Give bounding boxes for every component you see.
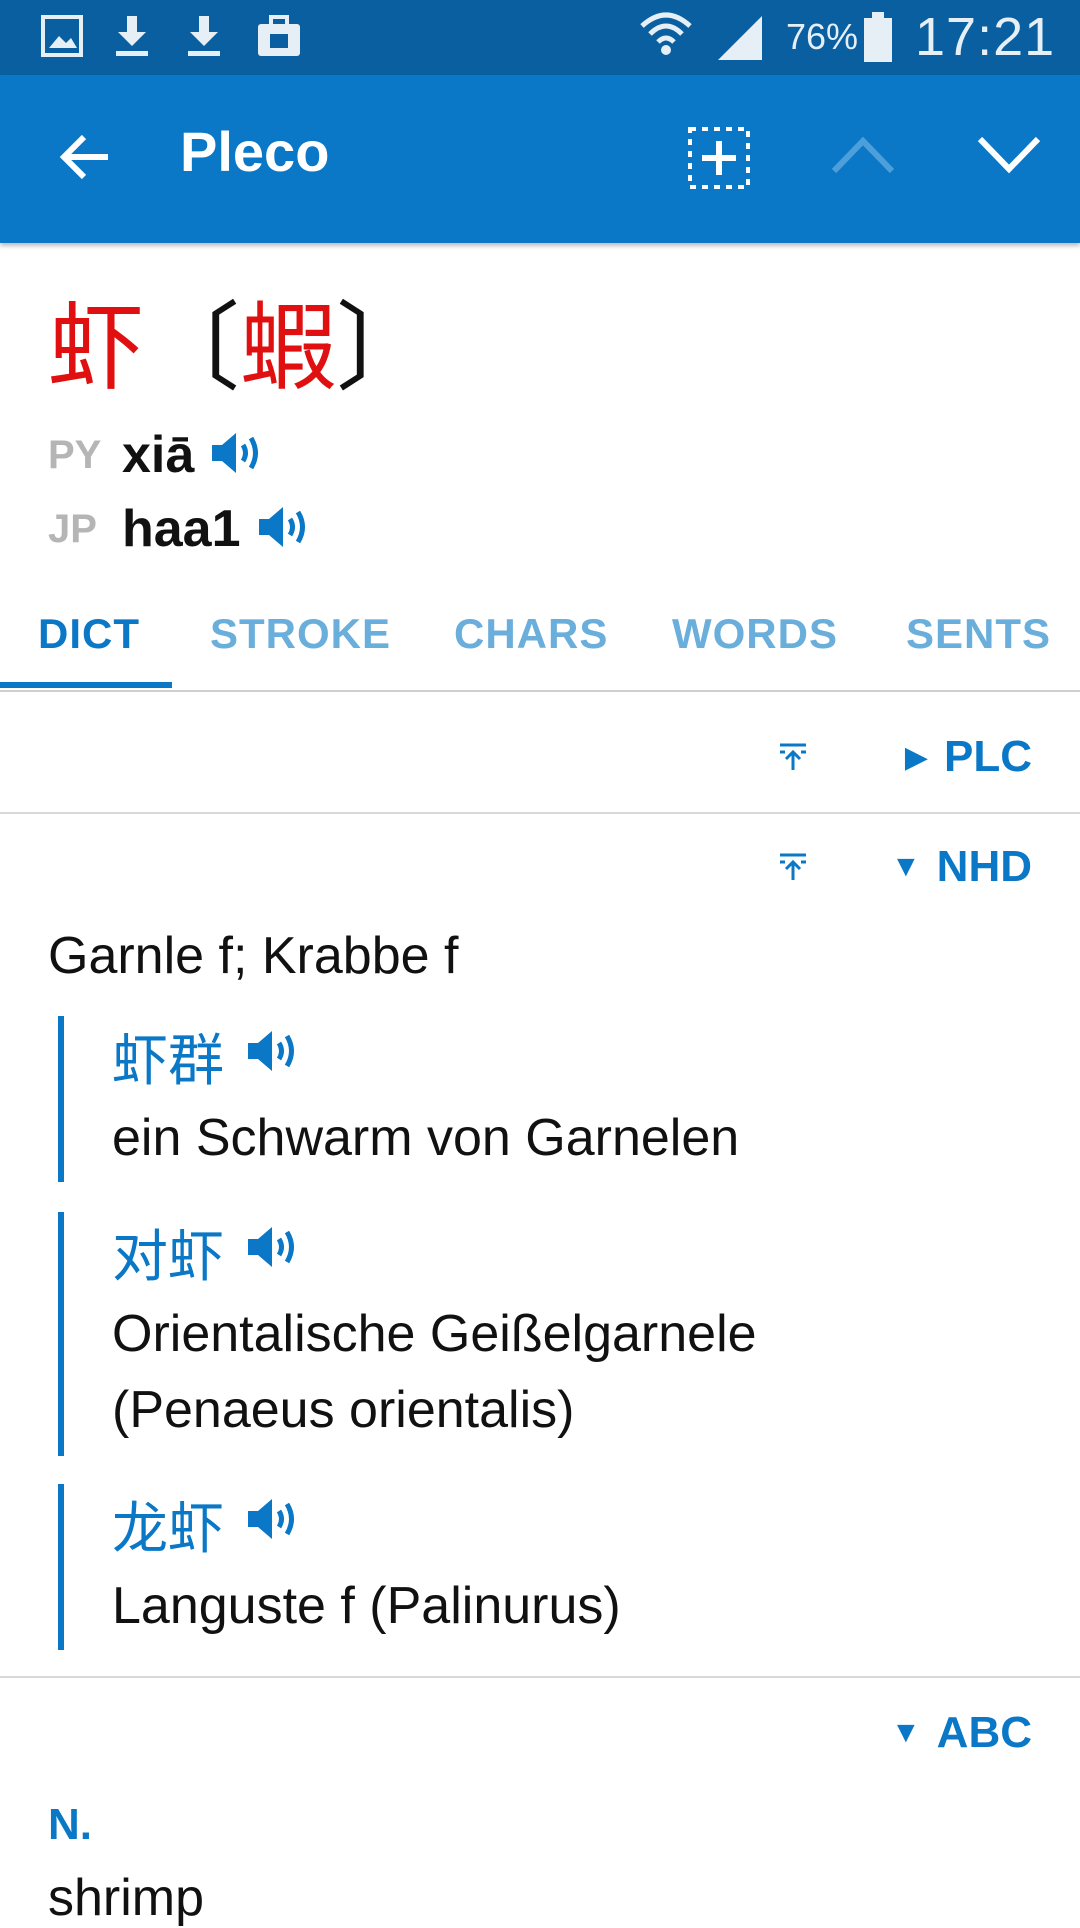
chevron-down-icon[interactable] <box>976 135 1042 180</box>
dictionary-name: NHD <box>936 842 1032 891</box>
gloss-text: shrimp <box>48 1869 205 1927</box>
example-translation: ein Schwarm von Garnelen <box>112 1109 740 1167</box>
battery-icon <box>862 12 894 69</box>
tab-bar: DICT STROKE CHARS WORDS SENTS <box>0 590 1080 692</box>
tab-chars[interactable]: CHARS <box>454 610 608 658</box>
dictionary-name: ABC <box>936 1708 1032 1757</box>
download-icon <box>112 14 152 63</box>
bracket-open: 〔 <box>144 292 240 404</box>
clock: 17:21 <box>915 7 1056 67</box>
speaker-icon[interactable] <box>246 1492 302 1557</box>
briefcase-icon <box>256 14 302 63</box>
jyutping-value: haa1 <box>122 500 241 558</box>
example-entry[interactable]: 虾群 ein Schwarm von Garnelen <box>58 1016 1018 1182</box>
pinyin-value: xiā <box>122 426 195 484</box>
tab-indicator <box>0 682 172 688</box>
part-of-speech: N. <box>48 1800 92 1849</box>
pinyin-row: PY xiā <box>48 420 266 490</box>
page-title: Pleco <box>180 120 330 183</box>
scroll-to-top-icon[interactable] <box>778 742 808 777</box>
dictionary-toggle-abc[interactable]: ▼ ABC <box>891 1708 1032 1758</box>
speaker-icon[interactable] <box>246 1024 302 1089</box>
speaker-icon[interactable] <box>246 1220 302 1285</box>
definition-text: Garnle f; Krabbe f <box>48 927 459 985</box>
dictionary-section-plc: ▶ PLC <box>0 702 1080 814</box>
collapse-arrow-icon: ▼ <box>890 850 921 883</box>
collapse-arrow-icon: ▼ <box>890 1716 921 1749</box>
headword: 虾〔蝦〕 <box>48 288 432 408</box>
wifi-icon <box>638 8 694 69</box>
headword-traditional: 蝦 <box>240 292 336 404</box>
jyutping-row: JP haa1 <box>48 494 313 564</box>
dictionary-section-nhd: ▼ NHD <box>0 812 1080 922</box>
example-translation: Languste f (Palinurus) <box>112 1577 621 1635</box>
example-entry[interactable]: 对虾 Orientalische Geißelgarnele (Penaeus … <box>58 1212 1018 1456</box>
speaker-icon[interactable] <box>257 503 313 556</box>
example-hanzi[interactable]: 对虾 <box>112 1212 224 1293</box>
status-bar: 76% 17:21 <box>0 0 1080 75</box>
dictionary-toggle-plc[interactable]: ▶ PLC <box>905 732 1032 782</box>
headword-simplified: 虾 <box>48 292 144 404</box>
tab-stroke[interactable]: STROKE <box>210 610 391 658</box>
tab-sents[interactable]: SENTS <box>906 610 1051 658</box>
expand-arrow-icon: ▶ <box>904 740 928 774</box>
example-hanzi[interactable]: 龙虾 <box>112 1484 224 1565</box>
example-entry[interactable]: 龙虾 Languste f (Palinurus) <box>58 1484 1018 1650</box>
tab-words[interactable]: WORDS <box>672 610 838 658</box>
dictionary-toggle-nhd[interactable]: ▼ NHD <box>891 842 1032 892</box>
bracket-close: 〕 <box>336 292 432 404</box>
add-to-flashcards-icon[interactable] <box>686 125 752 196</box>
download-icon <box>184 14 224 63</box>
jyutping-label: JP <box>48 506 97 551</box>
app-toolbar: Pleco <box>0 75 1080 243</box>
speaker-icon[interactable] <box>210 429 266 482</box>
signal-icon <box>714 12 766 69</box>
dictionary-section-abc: ▼ ABC <box>0 1676 1080 1788</box>
pinyin-label: PY <box>48 432 102 477</box>
dictionary-name: PLC <box>944 732 1032 781</box>
scroll-to-top-icon[interactable] <box>778 852 808 887</box>
example-translation: Orientalische Geißelgarnele (Penaeus ori… <box>112 1305 757 1439</box>
battery-percent: 76% <box>786 16 859 57</box>
example-hanzi[interactable]: 虾群 <box>112 1016 224 1097</box>
gallery-icon <box>40 14 84 63</box>
chevron-up-icon[interactable] <box>830 135 896 180</box>
tab-dict[interactable]: DICT <box>38 610 140 658</box>
arrow-left-icon[interactable] <box>56 129 112 190</box>
